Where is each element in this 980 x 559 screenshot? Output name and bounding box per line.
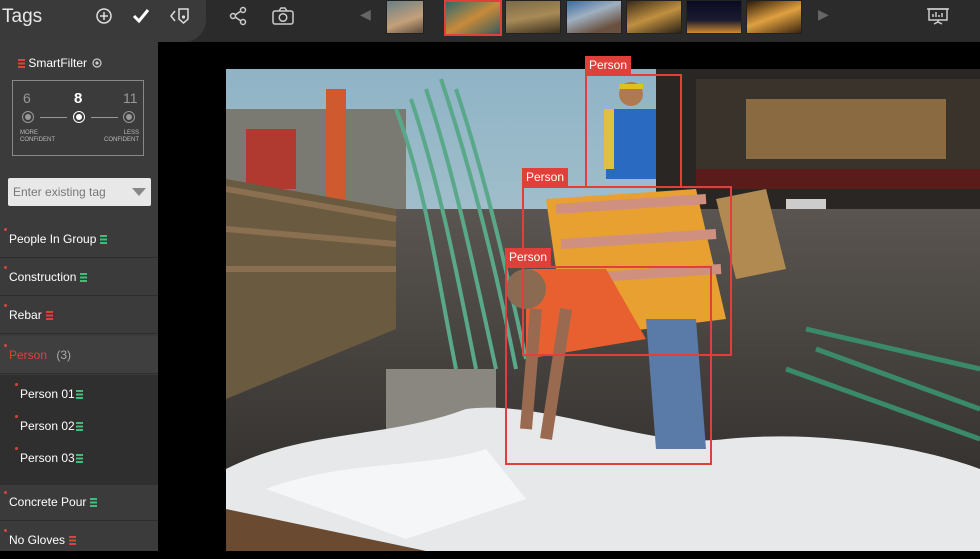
- thumbnail[interactable]: [626, 0, 682, 34]
- tag-item-rebar[interactable]: Rebar: [0, 296, 158, 334]
- smartfilter-title: SmartFilter: [14, 56, 102, 70]
- slider-track: [40, 117, 67, 118]
- share-icon[interactable]: [226, 6, 250, 30]
- slider-stop-high[interactable]: [123, 111, 135, 123]
- tag-item-concrete-pour[interactable]: Concrete Pour: [0, 483, 158, 521]
- thumbnail[interactable]: [686, 0, 742, 34]
- smartfilter-bars-icon: [14, 56, 25, 70]
- confidence-level-current: 8: [74, 90, 83, 107]
- tags-header: Tags: [0, 0, 206, 42]
- tag-color-icon: [100, 235, 108, 244]
- thumbnail-selected[interactable]: [444, 0, 502, 36]
- less-confident-label: LESS CONFIDENT: [104, 130, 139, 143]
- thumbnail[interactable]: [505, 0, 561, 34]
- slider-stop-low[interactable]: [22, 111, 34, 123]
- presentation-icon[interactable]: [926, 6, 950, 30]
- camera-icon[interactable]: [271, 6, 295, 30]
- confidence-level-high: 11: [123, 90, 138, 106]
- thumbnail[interactable]: [746, 0, 802, 34]
- confidence-slider[interactable]: 6 8 11 MORE CONFIDENT LESS CONFIDENT: [12, 80, 144, 156]
- tag-item-no-gloves[interactable]: No Gloves: [0, 521, 158, 559]
- thumbnail[interactable]: [386, 0, 424, 34]
- detection-label: Person: [585, 56, 632, 74]
- smartfilter-settings-icon[interactable]: [90, 56, 102, 70]
- tag-item-construction[interactable]: Construction: [0, 258, 158, 296]
- slider-handle[interactable]: [73, 111, 85, 123]
- confirm-check-icon[interactable]: [129, 6, 153, 30]
- thumbnail-strip: [356, 0, 836, 36]
- tag-color-icon: [69, 536, 77, 545]
- tag-item-people-in-group[interactable]: People In Group: [0, 220, 158, 258]
- tag-search-input[interactable]: Enter existing tag: [8, 178, 151, 206]
- more-confident-label: MORE CONFIDENT: [20, 130, 55, 143]
- chevron-down-icon[interactable]: [132, 188, 146, 196]
- detection-label: Person: [505, 248, 552, 266]
- top-toolbar: Tags ◀ ▶: [0, 0, 980, 42]
- page-title: Tags: [2, 6, 43, 27]
- tag-color-icon: [45, 311, 53, 320]
- tag-item-person-selected[interactable]: Person (3): [0, 336, 158, 374]
- detection-box-person[interactable]: [585, 74, 682, 188]
- tag-color-icon: [80, 273, 88, 282]
- thumbnail[interactable]: [566, 0, 622, 34]
- add-tag-icon[interactable]: [92, 6, 116, 30]
- tag-color-icon: [90, 498, 98, 507]
- tags-sidebar: SmartFilter 6 8 11 MORE CONFIDENT LESS C…: [0, 42, 158, 551]
- tag-count: (3): [56, 348, 72, 362]
- tag-color-icon: [75, 422, 83, 431]
- confidence-level-low: 6: [23, 90, 31, 106]
- detection-box-person[interactable]: [505, 266, 712, 465]
- tag-color-icon: [75, 390, 83, 399]
- thumbnail-next-arrow[interactable]: ▶: [818, 6, 829, 23]
- tag-color-icon: [75, 454, 83, 463]
- tag-item-person-03[interactable]: Person 03: [0, 439, 158, 477]
- slider-track: [91, 117, 118, 118]
- detection-label: Person: [522, 168, 569, 186]
- tag-back-icon[interactable]: [168, 6, 192, 30]
